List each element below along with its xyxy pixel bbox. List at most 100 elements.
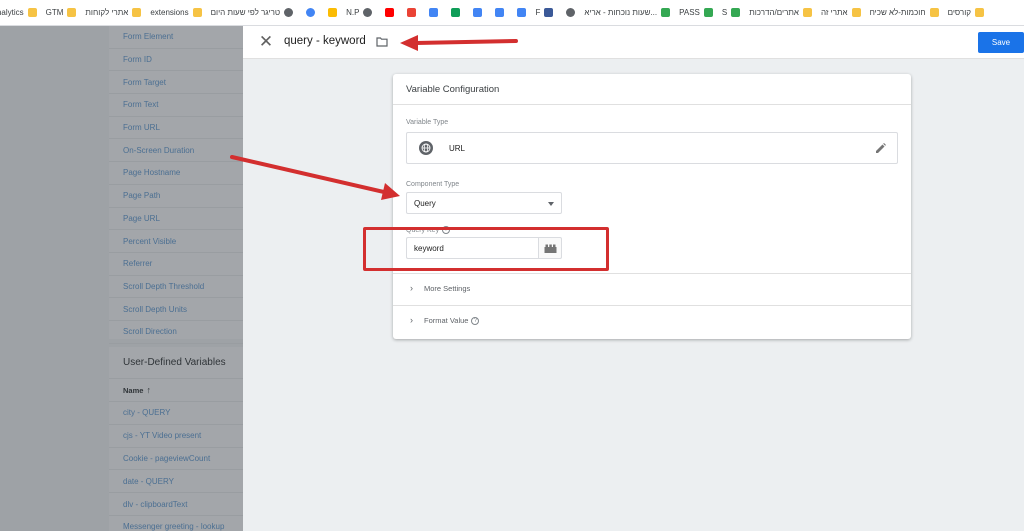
builtin-variable-item[interactable]: Referrer: [109, 253, 243, 276]
bookmark-item[interactable]: קורסים: [948, 8, 984, 17]
variable-type-label: Variable Type: [406, 119, 449, 126]
bookmark-item[interactable]: PASS: [679, 8, 713, 17]
folder-icon[interactable]: [376, 36, 388, 47]
chrome-icon: [306, 8, 316, 17]
format-value-label-row: Format Value?: [424, 316, 480, 326]
udv-column-label: Name: [123, 385, 144, 395]
card-title: Variable Configuration: [406, 84, 500, 95]
bookmark-label: טריגר לפי שעות היום: [210, 8, 281, 17]
bookmark-item[interactable]: אתרי לקוחות: [85, 8, 142, 17]
query-key-highlight-box: [363, 227, 609, 271]
bookmark-item[interactable]: [513, 8, 527, 17]
globe-icon: [419, 141, 433, 155]
bookmark-item[interactable]: שעות נוכחות - אריא...: [584, 8, 671, 17]
builtin-variable-item[interactable]: Form ID: [109, 49, 243, 72]
dropdown-arrow-icon: [548, 202, 554, 206]
more-settings-label: More Settings: [424, 284, 471, 293]
bookmark-item[interactable]: [403, 8, 417, 17]
bookmark-item[interactable]: N.P: [346, 8, 373, 17]
builtin-variable-item[interactable]: Scroll Depth Units: [109, 298, 243, 321]
bookmark-item[interactable]: [447, 8, 461, 17]
builtin-variable-item[interactable]: Page URL: [109, 208, 243, 231]
bookmark-item[interactable]: חוכמות-לא שכיח: [870, 8, 939, 17]
bookmark-item[interactable]: S: [721, 8, 741, 17]
bookmark-item[interactable]: [425, 8, 439, 17]
bookmark-item[interactable]: אתרים/הדרכות: [749, 8, 812, 17]
variable-configuration-card: Variable Configuration Variable Type URL…: [393, 74, 911, 339]
user-defined-variable-item[interactable]: city - QUERY: [109, 402, 243, 425]
format-value-toggle[interactable]: › Format Value?: [393, 306, 911, 336]
folder-icon: [132, 8, 142, 17]
folder-icon: [67, 8, 77, 17]
save-button[interactable]: Save: [978, 32, 1024, 53]
sort-arrow-icon: ↑: [146, 385, 151, 395]
format-value-label: Format Value: [424, 316, 469, 325]
builtin-variable-item[interactable]: Form Text: [109, 94, 243, 117]
user-defined-variable-item[interactable]: dlv - clipboardText: [109, 493, 243, 516]
bookmark-label: Analytics: [0, 8, 24, 17]
bookmark-label: קורסים: [947, 8, 971, 17]
bookmark-item[interactable]: אתרי זה: [821, 8, 861, 17]
folder-icon: [851, 8, 861, 17]
builtin-variable-item[interactable]: Form Element: [109, 26, 243, 49]
bookmark-item[interactable]: [302, 8, 316, 17]
builtin-variable-item[interactable]: On-Screen Duration: [109, 139, 243, 163]
builtin-variables-panel: Form Element Form ID Form Target Form Text F…: [109, 26, 243, 344]
udv-name-column-header[interactable]: Name ↑: [109, 379, 243, 402]
bookmark-label: N.P: [346, 8, 360, 17]
bookmark-label: אתרי לקוחות: [85, 8, 129, 17]
folder-icon: [192, 8, 202, 17]
card-divider: [393, 104, 911, 105]
bookmark-item[interactable]: F: [535, 8, 554, 17]
bookmark-label: extensions: [150, 8, 189, 17]
component-type-value: Query: [414, 199, 436, 208]
builtin-variable-item[interactable]: Scroll Direction: [109, 321, 243, 344]
bookmark-item[interactable]: GTM: [46, 8, 77, 17]
globe-icon: [566, 8, 576, 17]
bookmark-item[interactable]: [469, 8, 483, 17]
more-settings-toggle[interactable]: › More Settings: [393, 274, 911, 304]
user-defined-variable-item[interactable]: Messenger greeting - lookup: [109, 516, 243, 531]
udv-title: User-Defined Variables: [109, 347, 243, 379]
builtin-variable-item[interactable]: Form URL: [109, 117, 243, 140]
misc-icon: [495, 8, 505, 17]
bookmark-item[interactable]: Analytics: [0, 8, 37, 17]
folder-icon: [929, 8, 939, 17]
bookmark-item[interactable]: extensions: [150, 8, 202, 17]
bookmark-item[interactable]: [324, 8, 338, 17]
user-defined-variable-item[interactable]: Cookie - pageviewCount: [109, 448, 243, 471]
user-defined-variable-item[interactable]: date - QUERY: [109, 470, 243, 494]
folder-icon: [802, 8, 812, 17]
drive-icon: [451, 8, 461, 17]
pencil-icon[interactable]: [874, 142, 887, 155]
chevron-right-icon: ›: [410, 283, 413, 293]
builtin-variable-item[interactable]: Page Path: [109, 185, 243, 208]
bookmark-item[interactable]: [381, 8, 395, 17]
bookmark-item[interactable]: [491, 8, 505, 17]
builtin-variable-item[interactable]: Form Target: [109, 71, 243, 95]
user-defined-variables-panel: User-Defined Variables Name ↑ city - QUE…: [109, 347, 243, 531]
bookmark-label: F: [535, 8, 541, 17]
component-type-select[interactable]: Query: [406, 192, 562, 214]
bookmark-item[interactable]: [562, 8, 576, 17]
chevron-right-icon: ›: [410, 315, 413, 325]
editor-header: ✕ query - keyword Save: [243, 26, 1024, 59]
folder-icon: [975, 8, 984, 17]
bookmark-item[interactable]: טריגר לפי שעות היום: [211, 8, 294, 17]
misc-icon: [429, 8, 439, 17]
variable-type-selector[interactable]: URL: [406, 132, 898, 164]
variable-name-title[interactable]: query - keyword: [284, 35, 366, 47]
builtin-variable-item[interactable]: Page Hostname: [109, 162, 243, 185]
folder-icon: [27, 8, 37, 17]
bookmark-label: GTM: [45, 8, 64, 17]
globe-icon: [284, 8, 294, 17]
green-square-icon: [731, 8, 741, 17]
facebook-icon: [544, 8, 554, 17]
builtin-variable-item[interactable]: Percent Visible: [109, 230, 243, 253]
help-icon[interactable]: ?: [471, 317, 480, 326]
misc-icon: [473, 8, 483, 17]
builtin-variable-item[interactable]: Scroll Depth Threshold: [109, 276, 243, 299]
bookmark-label: S: [721, 8, 728, 17]
user-defined-variable-item[interactable]: cjs - YT Video present: [109, 425, 243, 448]
close-icon[interactable]: ✕: [257, 33, 275, 51]
